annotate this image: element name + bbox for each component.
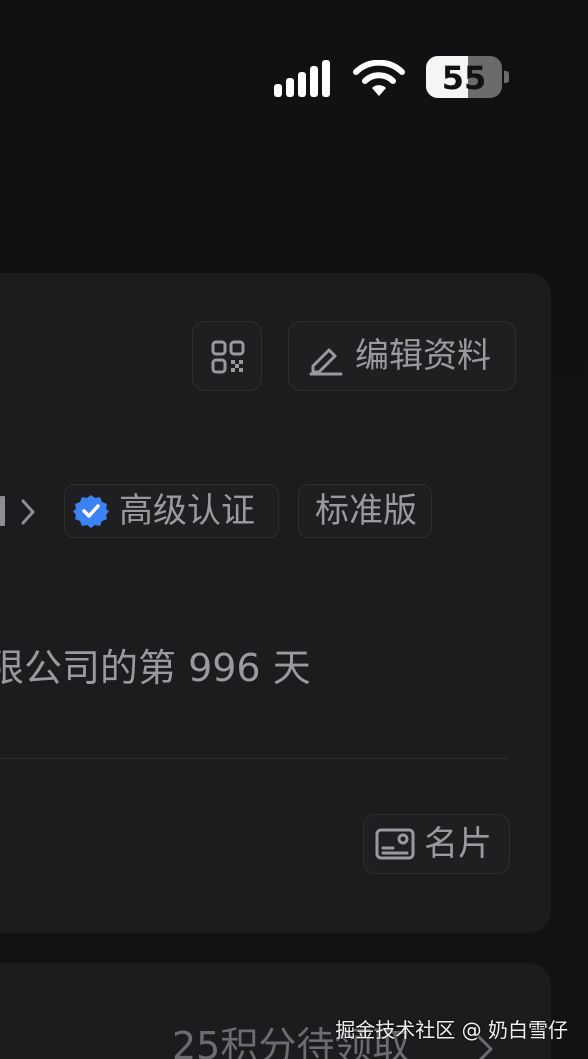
battery-level: 55 (441, 59, 487, 97)
plan-badge[interactable]: 标准版 (298, 484, 432, 538)
screen: 55 编辑资料 高级认证 标准版 限公司的第 996 天 名片 25积分待领取 … (0, 0, 588, 1059)
business-card-button[interactable]: 名片 (363, 814, 510, 874)
battery-body: 55 (426, 56, 502, 98)
status-bar: 55 (0, 0, 588, 150)
chevron-right-icon[interactable] (18, 498, 38, 526)
wifi-icon (353, 60, 405, 96)
edit-profile-label: 编辑资料 (355, 336, 491, 376)
cellular-signal-icon (274, 60, 330, 97)
qr-code-button[interactable] (192, 321, 262, 391)
verification-badge[interactable]: 高级认证 (64, 484, 279, 538)
battery-cap (504, 71, 509, 83)
qr-code-icon (211, 340, 245, 374)
level-badge-tail (0, 496, 5, 526)
verification-label: 高级认证 (119, 491, 255, 531)
pencil-icon (309, 348, 343, 376)
verified-badge-icon (73, 495, 109, 528)
tenure-text: 限公司的第 996 天 (0, 646, 311, 690)
battery-indicator: 55 (426, 56, 502, 98)
business-card-label: 名片 (424, 824, 492, 864)
edit-profile-button[interactable]: 编辑资料 (288, 321, 516, 391)
plan-label: 标准版 (315, 491, 417, 531)
id-card-icon (375, 828, 415, 860)
watermark: 掘金技术社区 @ 奶白雪仔 (335, 1018, 568, 1042)
divider (0, 758, 508, 759)
